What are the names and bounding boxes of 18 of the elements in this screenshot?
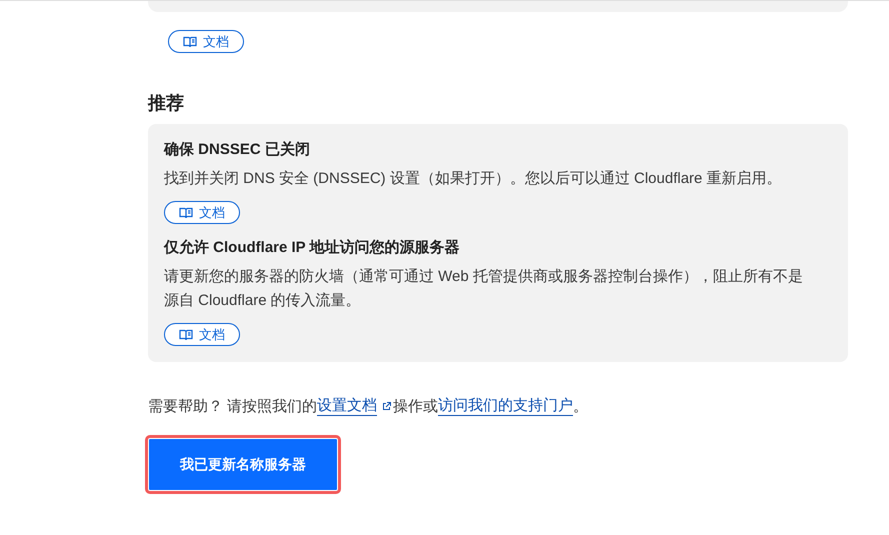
- recommendation-title: 确保 DNSSEC 已关闭: [164, 140, 311, 159]
- docs-button[interactable]: 文档: [168, 30, 244, 53]
- book-icon: [179, 328, 193, 340]
- setup-docs-link[interactable]: 设置文档: [317, 396, 378, 416]
- help-text: 操作或: [393, 398, 438, 416]
- docs-button[interactable]: 文档: [164, 201, 240, 224]
- confirm-button[interactable]: 我已更新名称服务器: [148, 438, 338, 491]
- recommendation-title: 仅允许 Cloudflare IP 地址访问您的源服务器: [164, 238, 461, 257]
- recommendation-text: 找到并关闭 DNS 安全 (DNSSEC) 设置（如果打开）。您以后可以通过 Cloudflare 重新启用。: [164, 169, 783, 189]
- docs-button[interactable]: 文档: [164, 323, 240, 346]
- recommendation-text: 请更新您的服务器的防火墙（通常可通过 Web 托管提供商或服务器控制台操作），阻止所有不是 源自 Cloudflare 的传入流量。: [164, 267, 804, 311]
- help-text: 需要帮助？ 请按照我们的: [148, 396, 318, 416]
- book-icon: [183, 36, 197, 48]
- section-heading: 推荐: [148, 92, 185, 115]
- external-link-icon: [382, 402, 392, 410]
- support-portal-link[interactable]: 访问我们的支持门户: [438, 396, 574, 416]
- book-icon: [179, 206, 193, 218]
- help-text: 。: [573, 396, 588, 416]
